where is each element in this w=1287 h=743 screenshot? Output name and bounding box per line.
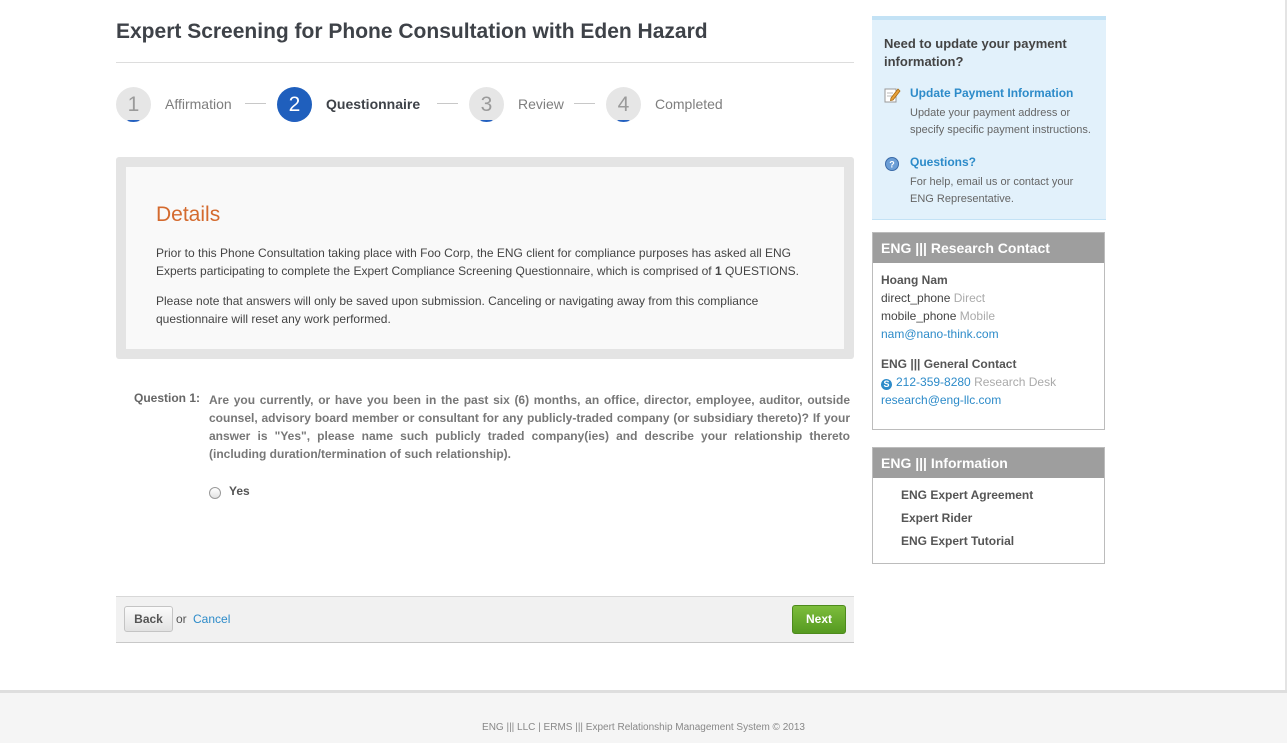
title-divider: [116, 62, 854, 63]
step-separator: [437, 103, 458, 104]
payment-info-box: Need to update your payment information?…: [872, 16, 1106, 220]
general-phone-label: Research Desk: [974, 375, 1057, 389]
step-review: 3 Review: [469, 86, 564, 122]
footer-text: ENG ||| LLC | ERMS ||| Expert Relationsh…: [482, 722, 805, 733]
direct-phone-label: Direct: [953, 291, 986, 305]
or-text: or: [176, 612, 187, 626]
details-note-text: Please note that answers will only be sa…: [156, 294, 759, 326]
questions-link[interactable]: Questions?: [910, 155, 976, 169]
details-intro-end: QUESTIONS.: [721, 264, 799, 278]
step-label: Affirmation: [165, 96, 232, 112]
general-email-link[interactable]: research@eng-llc.com: [881, 393, 1001, 407]
general-contact-heading: ENG ||| General Contact: [881, 357, 1017, 371]
cancel-link[interactable]: Cancel: [193, 612, 230, 626]
expert-tutorial-link[interactable]: ENG Expert Tutorial: [901, 534, 1014, 548]
step-number: 1: [116, 86, 151, 122]
yes-label[interactable]: Yes: [229, 484, 250, 498]
pencil-edit-icon: [884, 88, 901, 103]
expert-rider-link[interactable]: Expert Rider: [901, 511, 972, 525]
questions-desc: For help, email us or contact your ENG R…: [910, 176, 1074, 205]
details-heading: Details: [156, 203, 221, 226]
question-count: 1: [714, 264, 722, 278]
update-payment-desc: Update your payment address or specify s…: [910, 107, 1091, 136]
contact-name: Hoang Nam: [881, 273, 948, 287]
details-panel: Details Prior to this Phone Consultation…: [116, 157, 854, 359]
step-completed: 4 Completed: [606, 86, 723, 122]
details-intro-text: Prior to this Phone Consultation taking …: [156, 244, 821, 280]
direct-phone-value: direct_phone: [881, 291, 951, 305]
general-phone-link[interactable]: 212-359-8280: [896, 375, 971, 389]
back-button[interactable]: Back: [124, 606, 173, 632]
question-label: Question 1:: [134, 391, 201, 405]
skype-phone-icon: S: [881, 379, 892, 390]
page-title: Expert Screening for Phone Consultation …: [116, 20, 708, 43]
research-contact-panel: ENG ||| Research Contact Hoang Nam direc…: [872, 232, 1105, 430]
step-separator: [574, 103, 595, 104]
step-questionnaire: 2 Questionnaire: [277, 86, 420, 122]
progress-steps: 1 Affirmation 2 Questionnaire 3 Review 4…: [116, 86, 854, 122]
contact-direct-phone: direct_phone Direct: [881, 291, 985, 305]
form-action-bar: Back or Cancel Next: [116, 596, 854, 643]
yes-radio[interactable]: [209, 487, 221, 499]
step-number: 2: [277, 86, 312, 122]
information-panel: ENG ||| Information ENG Expert Agreement…: [872, 447, 1105, 564]
page-footer: ENG ||| LLC | ERMS ||| Expert Relationsh…: [0, 690, 1287, 743]
update-payment-link[interactable]: Update Payment Information: [910, 86, 1073, 100]
step-affirmation: 1 Affirmation: [116, 86, 232, 122]
help-question-icon: ?: [885, 157, 899, 171]
expert-agreement-link[interactable]: ENG Expert Agreement: [901, 488, 1033, 502]
step-label: Review: [518, 96, 564, 112]
information-heading: ENG ||| Information: [873, 448, 1104, 478]
step-label: Questionnaire: [326, 96, 421, 112]
mobile-phone-value: mobile_phone: [881, 309, 957, 323]
contact-email-link[interactable]: nam@nano-think.com: [881, 327, 999, 341]
general-contact-phone: S 212-359-8280 Research Desk: [881, 375, 1056, 390]
research-contact-heading: ENG ||| Research Contact: [873, 233, 1104, 263]
next-button[interactable]: Next: [792, 605, 846, 634]
step-number: 3: [469, 86, 504, 122]
details-content: Details Prior to this Phone Consultation…: [126, 167, 844, 349]
step-separator: [245, 103, 266, 104]
details-intro-start: Prior to this Phone Consultation taking …: [156, 246, 791, 278]
mobile-phone-label: Mobile: [959, 309, 996, 323]
step-number: 4: [606, 86, 641, 122]
answer-yes-option[interactable]: Yes: [209, 483, 250, 499]
svg-text:?: ?: [889, 160, 895, 170]
question-text: Are you currently, or have you been in t…: [209, 393, 850, 461]
contact-mobile-phone: mobile_phone Mobile: [881, 309, 995, 323]
payment-title: Need to update your payment information?: [884, 36, 1067, 69]
step-label: Completed: [655, 96, 723, 112]
